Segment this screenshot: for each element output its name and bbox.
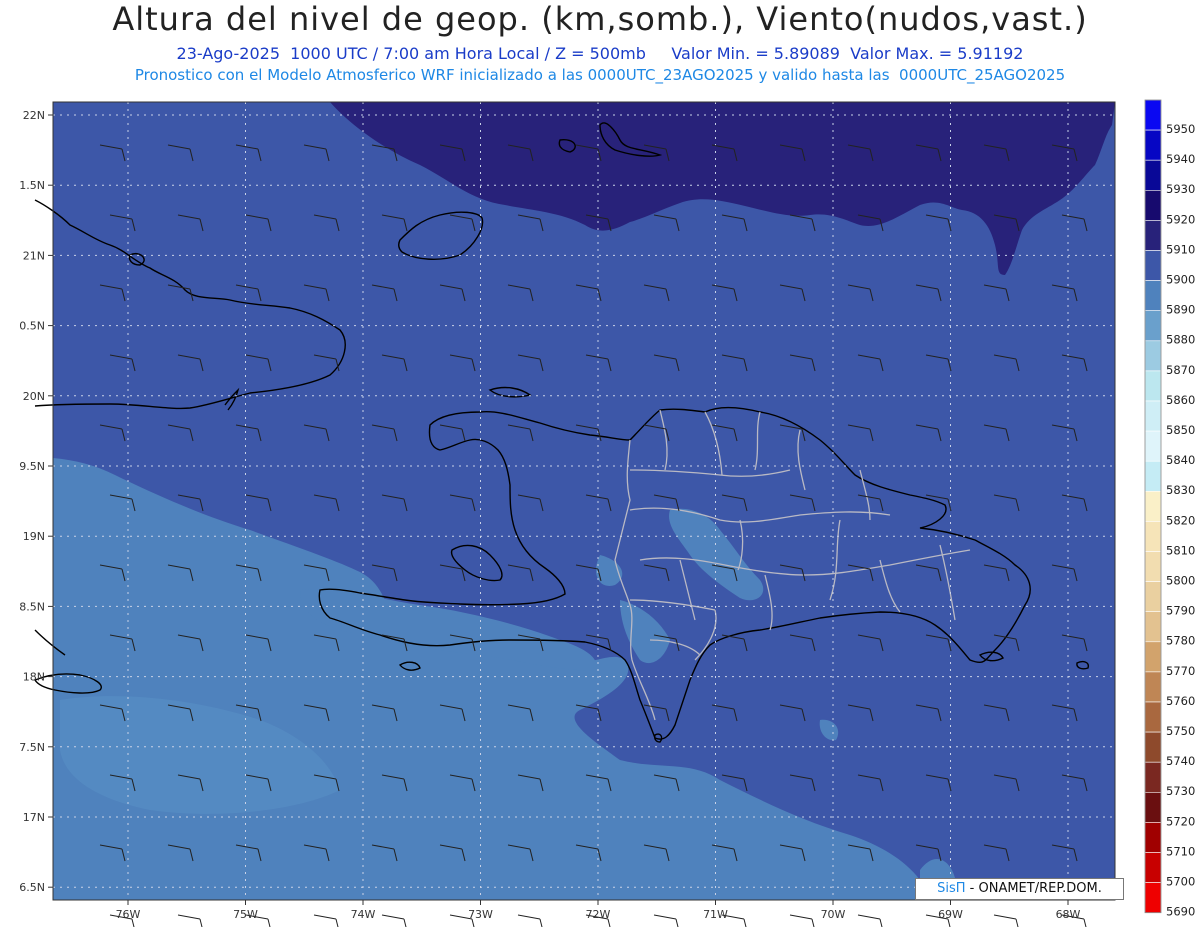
colorbar-label: 5810 (1166, 543, 1195, 557)
colorbar-swatch (1144, 761, 1162, 793)
colorbar-swatch (1144, 400, 1162, 432)
colorbar-swatch (1144, 460, 1162, 492)
colorbar-swatch (1144, 340, 1162, 372)
lon-label: 69W (938, 908, 963, 921)
colorbar-swatch (1144, 641, 1162, 673)
colorbar-label: 5880 (1166, 333, 1195, 347)
lon-label: 72W (586, 908, 611, 921)
colorbar-label: 5720 (1166, 814, 1195, 828)
lon-label: 74W (351, 908, 376, 921)
colorbar-label: 5730 (1166, 784, 1195, 798)
lon-label: 76W (116, 908, 141, 921)
colorbar-swatch (1144, 521, 1162, 552)
colorbar-label: 5870 (1166, 363, 1195, 377)
wind-barb (313, 914, 339, 927)
colorbar-swatch (1144, 882, 1162, 913)
lat-label: 18N (23, 671, 45, 684)
colorbar-label: 5710 (1166, 844, 1195, 858)
colorbar-swatch (1144, 280, 1162, 312)
wind-barb (789, 914, 815, 927)
lat-label: 8.5N (19, 600, 45, 613)
colorbar-swatch (1144, 822, 1162, 853)
lon-label: 70W (821, 908, 846, 921)
sispi-logo: SisΠ (937, 881, 966, 896)
wind-barb (381, 914, 407, 927)
colorbar-label: 5750 (1166, 724, 1195, 738)
colorbar-label: 5770 (1166, 664, 1195, 678)
colorbar-label: 5860 (1166, 393, 1195, 407)
colorbar-label: 5780 (1166, 634, 1195, 648)
lon-label: 75W (233, 908, 258, 921)
wind-barb (857, 914, 883, 927)
lat-label: 19N (23, 530, 45, 543)
latitude-labels: 22N 1.5N 21N 0.5N 20N 9.5N 19N 8.5N 18N 7.5N 17N 6.… (19, 109, 53, 894)
lat-label: 6.5N (19, 881, 45, 894)
colorbar-swatch (1144, 791, 1162, 823)
colorbar-label: 5920 (1166, 212, 1195, 226)
colorbar-label: 5850 (1166, 423, 1195, 437)
colorbar-label: 5910 (1166, 242, 1195, 256)
lat-label: 20N (23, 390, 45, 403)
colorbar-swatch (1144, 490, 1162, 522)
colorbar-label: 5760 (1166, 694, 1195, 708)
wind-barb (517, 914, 543, 927)
lat-label: 17N (23, 811, 45, 824)
colorbar-label: 5740 (1166, 754, 1195, 768)
colorbar-swatch (1144, 129, 1162, 161)
colorbar-swatch (1144, 310, 1162, 342)
colorbar-swatch (1144, 611, 1162, 643)
colorbar-swatch (1144, 701, 1162, 733)
lon-label: 68W (1056, 908, 1081, 921)
colorbar-label: 5700 (1166, 875, 1195, 889)
colorbar-label: 5800 (1166, 574, 1195, 588)
colorbar-label: 5940 (1166, 152, 1195, 166)
colorbar-swatch (1144, 370, 1162, 402)
credit-text: - ONAMET/REP.DOM. (965, 881, 1102, 896)
colorbar-label: 5690 (1166, 905, 1195, 919)
lat-label: 0.5N (19, 320, 45, 333)
lon-label: 73W (468, 908, 493, 921)
colorbar-swatch (1144, 581, 1162, 612)
wind-barb (653, 914, 679, 927)
colorbar-label: 5900 (1166, 273, 1195, 287)
lat-label: 22N (23, 109, 45, 122)
colorbar-label: 5790 (1166, 604, 1195, 618)
colorbar-swatch (1144, 852, 1162, 883)
lat-label: 9.5N (19, 460, 45, 473)
colorbar-label: 5820 (1166, 513, 1195, 527)
wind-barb (993, 914, 1019, 927)
lon-label: 71W (703, 908, 728, 921)
credit-box: SisΠ - ONAMET/REP.DOM. (915, 878, 1124, 900)
colorbar-swatch (1144, 159, 1162, 191)
colorbar-label: 5950 (1166, 122, 1195, 136)
colorbar-label: 5930 (1166, 182, 1195, 196)
colorbar: 5950 5940 5930 5920 5910 5900 5890 5880 5870 5860… (1144, 99, 1195, 919)
colorbar-swatch (1144, 99, 1162, 131)
geopotential-map: 22N 1.5N 21N 0.5N 20N 9.5N 19N 8.5N 18N 7.5N 17N 6.… (19, 99, 1195, 927)
colorbar-swatch (1144, 190, 1162, 221)
colorbar-swatch (1144, 551, 1162, 582)
colorbar-label: 5840 (1166, 453, 1195, 467)
colorbar-swatch (1144, 731, 1162, 763)
colorbar-swatch (1144, 220, 1162, 251)
lat-label: 1.5N (19, 179, 45, 192)
colorbar-swatch (1144, 430, 1162, 462)
colorbar-label: 5890 (1166, 303, 1195, 317)
colorbar-swatch (1144, 671, 1162, 703)
wind-barb (177, 914, 203, 927)
lat-label: 7.5N (19, 741, 45, 754)
colorbar-label: 5830 (1166, 483, 1195, 497)
colorbar-swatch (1144, 250, 1162, 281)
lat-label: 21N (23, 249, 45, 262)
